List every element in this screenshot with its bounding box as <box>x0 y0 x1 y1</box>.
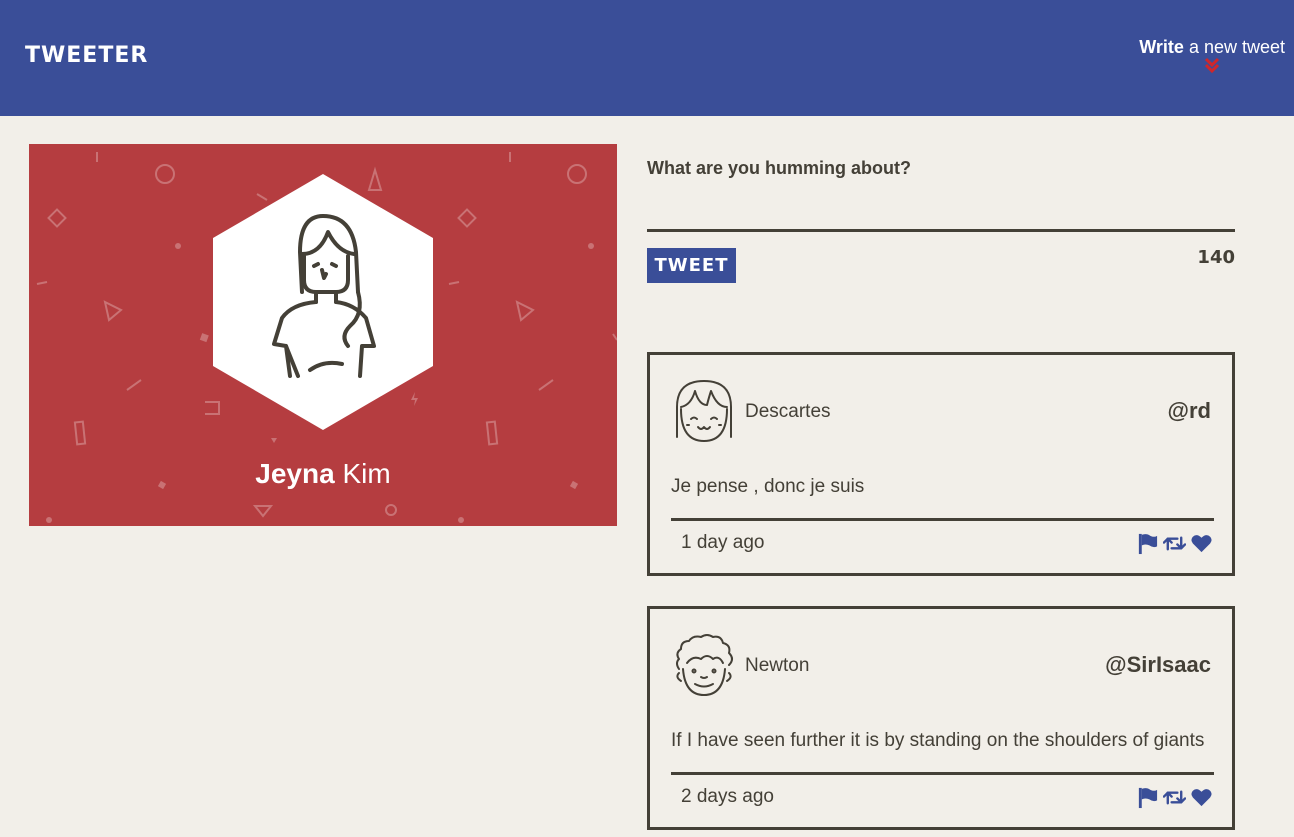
character-counter: 140 <box>1197 247 1235 268</box>
compose-label: What are you humming about? <box>647 158 911 178</box>
profile-first-name: Jeyna <box>255 458 335 489</box>
tweet-text-input[interactable] <box>647 192 1235 232</box>
compose-form: What are you humming about? TWEET 140 <box>647 154 1235 283</box>
tweet-timestamp: 1 day ago <box>681 532 765 553</box>
girl-avatar-icon <box>676 380 732 442</box>
tweet-body: Je pense , donc je suis <box>671 476 865 497</box>
tweet-author-handle[interactable]: @SirIsaac <box>1105 652 1211 678</box>
retweet-icon[interactable] <box>1163 532 1186 555</box>
flag-icon[interactable] <box>1136 532 1159 555</box>
woman-avatar-icon <box>213 174 433 430</box>
tweet-divider <box>671 518 1214 521</box>
tweet-author-name: Descartes <box>745 401 831 422</box>
tweet-card: Descartes @rd Je pense , donc je suis 1 … <box>647 352 1235 576</box>
profile-card: Jeyna Kim <box>29 144 617 526</box>
flag-icon[interactable] <box>1136 786 1159 809</box>
tweet-author-name: Newton <box>745 655 810 676</box>
write-new-tweet-strong: Write <box>1139 37 1184 57</box>
tweet-body: If I have seen further it is by standing… <box>671 730 1205 751</box>
profile-last-name: Kim <box>342 458 391 489</box>
heart-icon[interactable] <box>1190 532 1213 555</box>
curly-hair-avatar-icon <box>676 634 733 696</box>
top-nav-bar: TWEETER Write a new tweet <box>0 0 1294 116</box>
profile-name: Jeyna Kim <box>29 457 617 491</box>
app-logo[interactable]: TWEETER <box>25 42 148 70</box>
double-chevron-down-icon <box>1205 57 1220 74</box>
tweet-actions <box>1136 786 1213 809</box>
tweet-author-handle[interactable]: @rd <box>1168 398 1211 424</box>
write-new-tweet-toggle[interactable]: Write a new tweet <box>1139 36 1285 74</box>
tweet-timestamp: 2 days ago <box>681 786 774 807</box>
heart-icon[interactable] <box>1190 786 1213 809</box>
tweet-card: Newton @SirIsaac If I have seen further … <box>647 606 1235 830</box>
tweet-divider <box>671 772 1214 775</box>
tweet-actions <box>1136 532 1213 555</box>
retweet-icon[interactable] <box>1163 786 1186 809</box>
tweet-submit-button[interactable]: TWEET <box>647 248 736 283</box>
write-new-tweet-rest: a new tweet <box>1188 37 1285 57</box>
